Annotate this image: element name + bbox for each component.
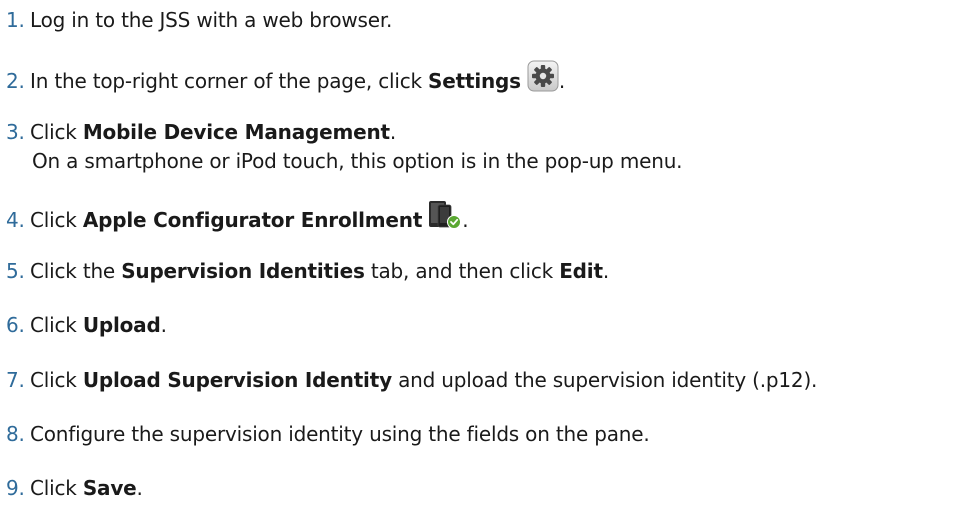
step-text: In the top-right corner of the page, cli… <box>30 69 429 93</box>
step-number: 3. <box>6 120 25 144</box>
step-7: 7. Click Upload Supervision Identity and … <box>6 366 817 394</box>
apple-configurator-enrollment-label: Apple Configurator Enrollment <box>82 208 423 232</box>
gear-icon <box>527 60 559 92</box>
edit-label: Edit <box>559 259 603 283</box>
step-text-end: . <box>462 208 469 232</box>
step-number: 9. <box>6 476 25 500</box>
step-text-end: . <box>558 69 566 93</box>
step-1: 1. Log in to the JSS with a web browser. <box>6 6 392 34</box>
step-note: On a smartphone or iPod touch, this opti… <box>32 149 683 173</box>
step-number: 4. <box>6 208 25 232</box>
step-8: 8. Configure the supervision identity usi… <box>6 420 650 448</box>
upload-supervision-identity-label: Upload Supervision Identity <box>82 368 392 392</box>
step-text: Click <box>30 476 83 500</box>
upload-label: Upload <box>82 313 161 337</box>
step-number: 8. <box>6 422 25 446</box>
step-text-end: . <box>136 476 143 500</box>
step-number: 1. <box>6 8 25 32</box>
step-5: 5. Click the Supervision Identities tab, … <box>6 257 609 285</box>
step-4: 4. Click Apple Configurator Enrollment . <box>6 200 469 234</box>
step-9: 9. Click Save. <box>6 474 143 502</box>
step-text: Click <box>30 368 83 392</box>
step-3-note: On a smartphone or iPod touch, this opti… <box>6 147 683 175</box>
mobile-device-management-label: Mobile Device Management <box>82 120 390 144</box>
step-text-end: . <box>160 313 167 337</box>
mobile-device-check-icon <box>428 200 462 230</box>
step-number: 5. <box>6 259 25 283</box>
supervision-identities-label: Supervision Identities <box>121 259 365 283</box>
step-text: Click <box>30 313 83 337</box>
step-3: 3. Click Mobile Device Management. <box>6 118 396 146</box>
step-number: 7. <box>6 368 25 392</box>
step-text: Click <box>30 208 83 232</box>
step-text: Log in to the JSS with a web browser. <box>30 8 393 32</box>
step-text-mid: tab, and then click <box>364 259 560 283</box>
step-2: 2. In the top-right corner of the page, c… <box>6 60 565 95</box>
step-text-end: and upload the supervision identity (.p1… <box>391 368 818 392</box>
step-text: Click the <box>30 259 122 283</box>
step-number: 6. <box>6 313 25 337</box>
step-text-end: . <box>602 259 609 283</box>
step-number: 2. <box>6 69 25 93</box>
step-text: Configure the supervision identity using… <box>30 422 650 446</box>
settings-label: Settings <box>428 69 521 93</box>
save-label: Save <box>82 476 137 500</box>
step-6: 6. Click Upload. <box>6 311 167 339</box>
step-text: Click <box>30 120 83 144</box>
step-text-end: . <box>389 120 397 144</box>
